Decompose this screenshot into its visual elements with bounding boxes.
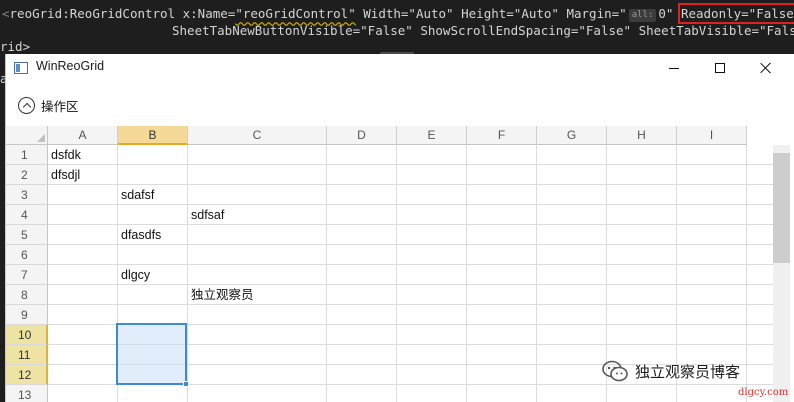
code-xname-attr: x:Name= (175, 6, 236, 21)
row-gridline (48, 264, 773, 265)
minimize-button[interactable] (651, 54, 697, 82)
row-gridline (48, 284, 773, 285)
row-header-6[interactable]: 6 (6, 245, 48, 265)
row-gridline (48, 164, 773, 165)
row-gridline (48, 204, 773, 205)
code-inlay-hint: all: (628, 9, 657, 22)
title-bar[interactable]: WinReoGrid (6, 54, 794, 82)
vertical-scrollbar[interactable] (773, 145, 790, 402)
maximize-button[interactable] (697, 54, 743, 82)
row-header-1[interactable]: 1 (6, 145, 48, 165)
row-header-10[interactable]: 10 (6, 325, 48, 345)
column-header-d[interactable]: D (327, 126, 397, 145)
cell-a2[interactable]: dfsdjl (48, 165, 80, 185)
cell-b3[interactable]: sdafsf (118, 185, 154, 205)
select-all-corner[interactable] (6, 126, 48, 145)
screenshot-root: <reoGrid:ReoGridControl x:Name="reoGridC… (0, 0, 794, 402)
row-header-9[interactable]: 9 (6, 305, 48, 325)
column-header-f[interactable]: F (467, 126, 537, 145)
column-header-a[interactable]: A (48, 126, 118, 145)
cell-b5[interactable]: dfasdfs (118, 225, 161, 245)
column-header-e[interactable]: E (397, 126, 467, 145)
column-header-i[interactable]: I (677, 126, 747, 145)
cell-c8[interactable]: 独立观察员 (188, 285, 254, 305)
code-tag: reoGrid:ReoGridControl (9, 6, 176, 21)
cell-b7[interactable]: dlgcy (118, 265, 150, 285)
code-name-value: "reoGridControl" (235, 6, 356, 21)
expander-label: 操作区 (41, 98, 79, 114)
chevron-up-circle-icon[interactable] (18, 96, 35, 114)
code-line-1: <reoGrid:ReoGridControl x:Name="reoGridC… (2, 3, 794, 24)
close-icon (760, 62, 772, 74)
window-title: WinReoGrid (36, 59, 105, 73)
minimize-icon (669, 67, 679, 69)
code-height-attr: Height="Auto" (453, 6, 559, 21)
row-header-11[interactable]: 11 (6, 345, 48, 365)
cell-c4[interactable]: sdfsaf (188, 205, 224, 225)
code-line-2: SheetTabNewButtonVisible="False" ShowScr… (172, 23, 794, 38)
vertical-scrollbar-thumb[interactable] (773, 153, 790, 263)
app-window-icon (14, 62, 28, 74)
cell-selection-range[interactable] (116, 323, 189, 387)
column-header-h[interactable]: H (607, 126, 677, 145)
row-header-13[interactable]: 13 (6, 385, 48, 402)
maximize-icon (715, 63, 725, 73)
fill-handle[interactable] (183, 381, 189, 387)
cell-a1[interactable]: dsfdk (48, 145, 81, 165)
row-gridline (48, 184, 773, 185)
code-margin-tail: 0" (658, 6, 681, 21)
watermark-url: dlgcy.com (738, 387, 789, 398)
row-header-5[interactable]: 5 (6, 225, 48, 245)
code-margin-attr: Margin=" (558, 6, 627, 21)
row-header-3[interactable]: 3 (6, 185, 48, 205)
column-header-g[interactable]: G (537, 126, 607, 145)
row-header-4[interactable]: 4 (6, 205, 48, 225)
row-header-12[interactable]: 12 (6, 365, 48, 385)
watermark-text: 独立观察员博客 (635, 362, 741, 381)
row-gridline (48, 304, 773, 305)
operations-expander[interactable]: 操作区 (18, 94, 79, 116)
row-header-2[interactable]: 2 (6, 165, 48, 185)
code-readonly-attr-highlighted: Readonly="False" (677, 3, 794, 24)
column-header-c[interactable]: C (188, 126, 327, 145)
watermark: 独立观察员博客 (601, 360, 740, 382)
column-header-b[interactable]: B (118, 126, 188, 145)
wechat-logo-icon (602, 360, 628, 382)
winreogrid-window: WinReoGrid 操作区 A B C D E F G H I 1 2 3 4 5 6 7 8 9 10 11 12 1… (5, 54, 794, 402)
code-bracket: < (2, 6, 10, 21)
row-header-7[interactable]: 7 (6, 265, 48, 285)
row-header-8[interactable]: 8 (6, 285, 48, 305)
close-button[interactable] (743, 54, 789, 82)
xaml-code-editor[interactable]: <reoGrid:ReoGridControl x:Name="reoGridC… (0, 0, 794, 56)
code-width-attr: Width="Auto" (355, 6, 454, 21)
